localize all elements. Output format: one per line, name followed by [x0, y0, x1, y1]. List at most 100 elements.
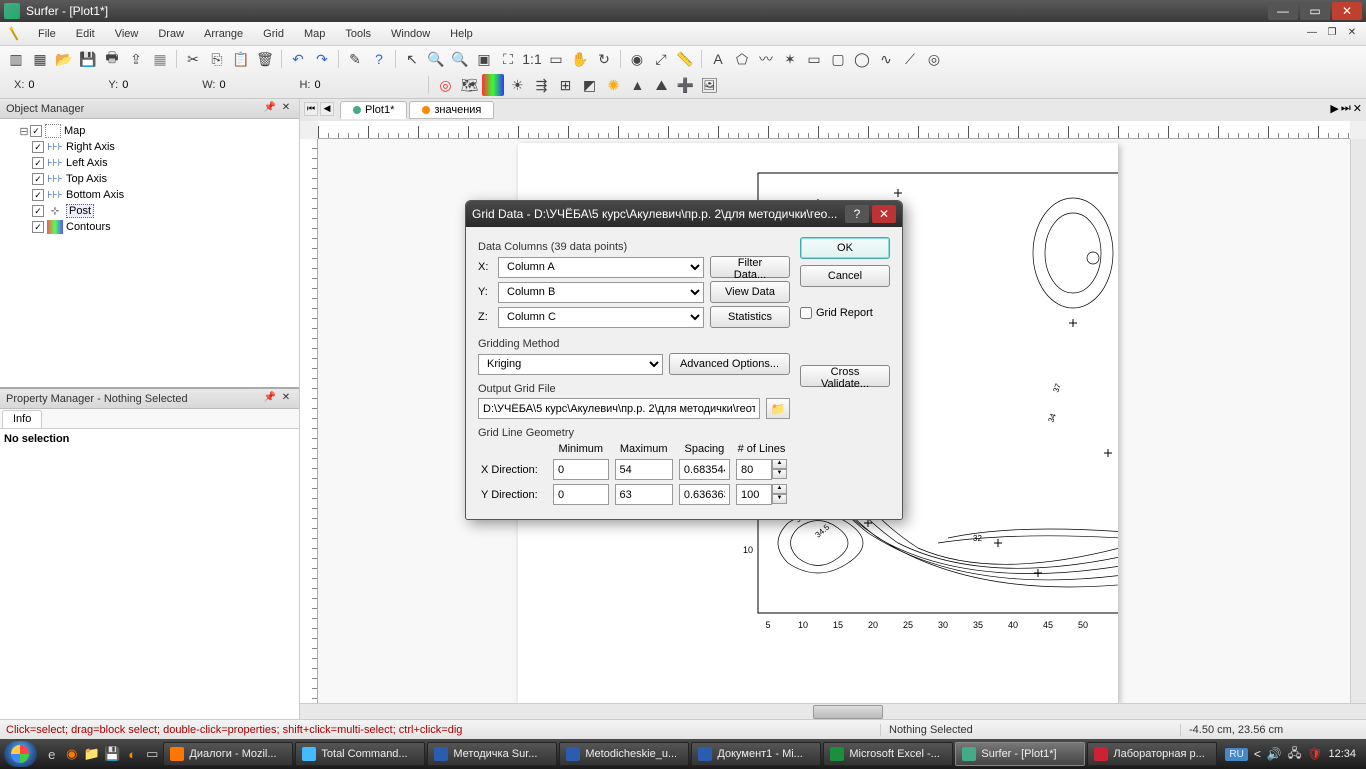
menu-view[interactable]: View — [105, 25, 149, 43]
tree-item-top-axis[interactable]: ✓⊦⊦⊦Top Axis — [32, 171, 295, 187]
help-icon[interactable]: ? — [368, 48, 390, 70]
vertical-scrollbar[interactable] — [1350, 139, 1366, 703]
taskbar-item[interactable]: Surfer - [Plot1*] — [955, 742, 1085, 766]
x-lines-input[interactable] — [736, 459, 772, 480]
map-vector-icon[interactable]: ⇶ — [530, 74, 552, 96]
map-3d-surface-icon[interactable]: ▲ — [626, 74, 648, 96]
grid-icon[interactable]: ▦ — [149, 48, 171, 70]
output-grid-file-input[interactable] — [478, 398, 760, 419]
delete-icon[interactable]: 🗑 — [254, 48, 276, 70]
tree-item-post[interactable]: ✓⊹Post — [32, 203, 295, 219]
tree-item-right-axis[interactable]: ✓⊦⊦⊦Right Axis — [32, 139, 295, 155]
rectangle-icon[interactable]: ▭ — [803, 48, 825, 70]
menu-edit[interactable]: Edit — [66, 25, 105, 43]
minimize-button[interactable]: — — [1268, 2, 1298, 20]
ok-button[interactable]: OK — [800, 237, 890, 259]
ellipse-icon[interactable]: ◯ — [851, 48, 873, 70]
export-icon[interactable]: ⇪ — [125, 48, 147, 70]
document-tab-plot1[interactable]: Plot1* — [340, 101, 407, 119]
quick-firefox-icon[interactable]: ◉ — [63, 744, 81, 764]
mdi-restore-button[interactable]: ❐ — [1324, 27, 1340, 41]
zoom-out-icon[interactable]: 🔍 — [449, 48, 471, 70]
menu-file[interactable]: File — [28, 25, 66, 43]
spline-line-icon[interactable]: ∿ — [875, 48, 897, 70]
panel-pin-button[interactable]: 📌 — [263, 102, 277, 116]
print-icon[interactable]: 🖶 — [101, 48, 123, 70]
browse-folder-button[interactable]: 📁 — [766, 398, 790, 419]
rounded-rect-icon[interactable]: ▢ — [827, 48, 849, 70]
map-classed-post-icon[interactable]: ◩ — [578, 74, 600, 96]
tree-checkbox[interactable]: ✓ — [32, 157, 44, 169]
text-icon[interactable]: A — [707, 48, 729, 70]
start-button[interactable] — [4, 741, 37, 767]
menu-grid[interactable]: Grid — [253, 25, 294, 43]
zoom-actual-icon[interactable]: 1:1 — [521, 48, 543, 70]
tab-nav-last-button[interactable]: ⏭ — [1341, 102, 1351, 115]
x-spacing-input[interactable] — [679, 459, 730, 480]
redraw-icon[interactable]: ↻ — [593, 48, 615, 70]
gridding-method-select[interactable]: Kriging — [478, 354, 663, 375]
map-shaded-icon[interactable]: ☀ — [506, 74, 528, 96]
y-spacing-input[interactable] — [679, 484, 730, 505]
map-post-icon[interactable]: ⊞ — [554, 74, 576, 96]
panel-pin-button[interactable]: 📌 — [263, 392, 277, 406]
polyline-icon[interactable]: 〰 — [755, 48, 777, 70]
taskbar-item[interactable]: Документ1 - Mi... — [691, 742, 821, 766]
map-add-icon[interactable]: ➕ — [674, 74, 696, 96]
map-3d-wireframe-icon[interactable]: ⛰ — [650, 74, 672, 96]
tree-checkbox[interactable]: ✓ — [32, 141, 44, 153]
panel-close-button[interactable]: ✕ — [279, 392, 293, 406]
property-tab-info[interactable]: Info — [2, 410, 42, 428]
y-lines-input[interactable] — [736, 484, 772, 505]
horizontal-scrollbar[interactable] — [300, 703, 1366, 719]
map-contour-icon[interactable]: ◎ — [434, 74, 456, 96]
dialog-titlebar[interactable]: Grid Data - D:\УЧЁБА\5 курс\Акулевич\пр.… — [466, 201, 902, 227]
tree-checkbox[interactable]: ✓ — [32, 189, 44, 201]
tab-nav-first-button[interactable]: ⏮ — [304, 102, 318, 116]
taskbar-item[interactable]: Методичка Sur... — [427, 742, 557, 766]
spin-up-button[interactable]: ▲ — [772, 459, 787, 469]
cancel-button[interactable]: Cancel — [800, 265, 890, 287]
tab-close-button[interactable]: ✕ — [1353, 102, 1362, 115]
object-manager-tree[interactable]: ⊟✓Map✓⊦⊦⊦Right Axis✓⊦⊦⊦Left Axis✓⊦⊦⊦Top … — [0, 119, 299, 387]
measure-icon[interactable]: 📏 — [674, 48, 696, 70]
cut-icon[interactable]: ✂ — [182, 48, 204, 70]
tray-volume-icon[interactable]: 🔊 — [1267, 747, 1282, 761]
tab-nav-prev-button[interactable]: ◀ — [320, 102, 334, 116]
map-watershed-icon[interactable]: ✺ — [602, 74, 624, 96]
tray-clock[interactable]: 12:34 — [1328, 748, 1356, 760]
z-column-select[interactable]: Column C — [498, 307, 704, 328]
mdi-close-button[interactable]: ✕ — [1344, 27, 1360, 41]
trackball-icon[interactable]: ◉ — [626, 48, 648, 70]
redo-icon[interactable]: ↷ — [311, 48, 333, 70]
close-button[interactable]: ✕ — [1332, 2, 1362, 20]
view-data-button[interactable]: View Data — [710, 281, 790, 303]
new-plot-icon[interactable]: ▥ — [5, 48, 27, 70]
tree-item-bottom-axis[interactable]: ✓⊦⊦⊦Bottom Axis — [32, 187, 295, 203]
undo-icon[interactable]: ↶ — [287, 48, 309, 70]
map-base-icon[interactable]: 🗺 — [458, 74, 480, 96]
quick-player-icon[interactable]: ◐ — [123, 744, 141, 764]
tab-nav-next-button[interactable]: ▶ — [1330, 102, 1338, 115]
taskbar-item[interactable]: Total Command... — [295, 742, 425, 766]
y-min-input[interactable] — [553, 484, 609, 505]
advanced-options-button[interactable]: Advanced Options... — [669, 353, 790, 375]
panel-close-button[interactable]: ✕ — [279, 102, 293, 116]
menu-map[interactable]: Map — [294, 25, 335, 43]
x-max-input[interactable] — [615, 459, 673, 480]
quick-show-desktop-icon[interactable]: ▭ — [143, 744, 161, 764]
tree-item-map[interactable]: ⊟✓Map — [18, 123, 295, 139]
zoom-fit-icon[interactable]: ⛶ — [497, 48, 519, 70]
tree-checkbox[interactable]: ✓ — [30, 125, 42, 137]
taskbar-item[interactable]: Диалоги - Mozil... — [163, 742, 293, 766]
symbol-icon[interactable]: ✶ — [779, 48, 801, 70]
statistics-button[interactable]: Statistics — [710, 306, 790, 328]
tray-network-icon[interactable]: 🖧 — [1288, 744, 1301, 765]
menu-draw[interactable]: Draw — [148, 25, 194, 43]
pan-icon[interactable]: ✋ — [569, 48, 591, 70]
y-column-select[interactable]: Column B — [498, 282, 704, 303]
save-icon[interactable]: 💾 — [77, 48, 99, 70]
quick-save-icon[interactable]: 💾 — [103, 744, 121, 764]
tree-checkbox[interactable]: ✓ — [32, 221, 44, 233]
tree-checkbox[interactable]: ✓ — [32, 205, 44, 217]
